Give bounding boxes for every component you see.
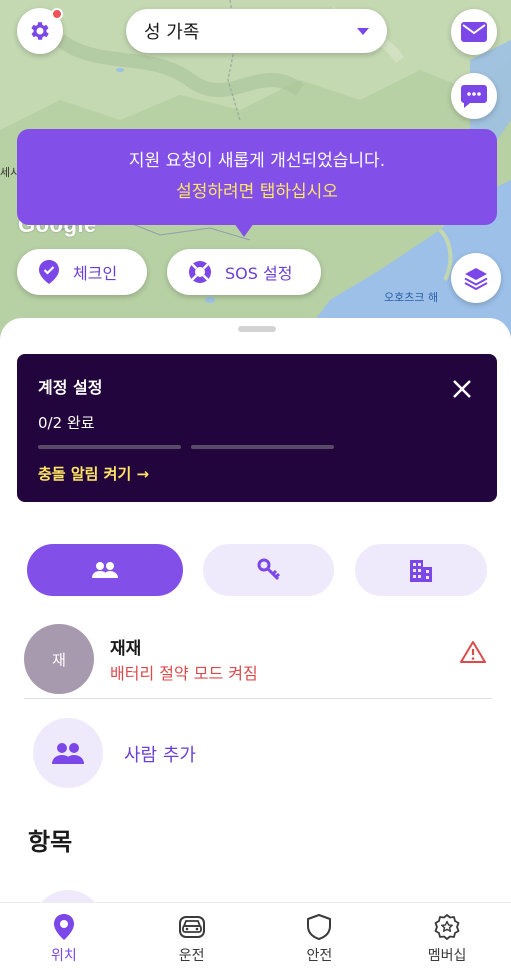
- star-badge-icon: [434, 914, 460, 940]
- chevron-down-icon: [357, 27, 369, 35]
- nav-label: 운전: [178, 948, 205, 964]
- car-icon: [178, 916, 205, 938]
- location-pin-icon: [53, 914, 74, 940]
- items-section-title: 항목: [28, 828, 73, 856]
- gear-icon: [31, 22, 49, 40]
- envelope-icon: [461, 22, 487, 42]
- sos-settings-button[interactable]: SOS 설정: [167, 249, 321, 295]
- setup-progress-bar: [38, 445, 476, 449]
- checkin-button[interactable]: 체크인: [17, 249, 147, 295]
- layers-icon: [464, 268, 488, 291]
- close-icon[interactable]: [451, 378, 473, 400]
- account-setup-card[interactable]: 계정 설정 0/2 완료 충돌 알림 켜기 →: [17, 354, 497, 502]
- keys-icon: [257, 558, 280, 581]
- add-person-label: 사람 추가: [124, 745, 196, 766]
- warning-icon: [460, 641, 486, 663]
- people-icon: [92, 562, 118, 578]
- nav-label: 위치: [50, 948, 77, 964]
- chat-bubble-icon: [461, 85, 487, 108]
- location-check-icon: [39, 260, 59, 284]
- crash-alert-link[interactable]: 충돌 알림 켜기 →: [38, 463, 476, 484]
- member-status: 배터리 절약 모드 켜짐: [110, 664, 258, 683]
- member-row[interactable]: 재 재재 배터리 절약 모드 켜짐: [0, 618, 511, 700]
- circle-name: 성 가족: [144, 22, 200, 43]
- divider: [24, 698, 492, 699]
- bottom-nav: 위치 운전 안전 멤버십: [0, 902, 511, 970]
- tab-people[interactable]: [27, 544, 183, 596]
- bottom-sheet: 계정 설정 0/2 완료 충돌 알림 켜기 → 재 재재 배터리 절약 모드 켜…: [0, 318, 511, 970]
- setup-card-title: 계정 설정: [38, 378, 103, 397]
- notification-dot: [51, 8, 63, 20]
- nav-label: 안전: [306, 948, 333, 964]
- nav-label: 멤버십: [427, 948, 467, 964]
- shield-icon: [307, 914, 332, 940]
- progress-segment: [191, 445, 334, 449]
- chat-button[interactable]: [451, 73, 497, 119]
- tab-items[interactable]: [203, 544, 334, 596]
- nav-membership[interactable]: 멤버십: [383, 903, 511, 970]
- progress-segment: [38, 445, 181, 449]
- add-person-row[interactable]: 사람 추가: [0, 718, 511, 788]
- tooltip-line1: 지원 요청이 새롭게 개선되었습니다.: [128, 151, 386, 171]
- nav-location[interactable]: 위치: [0, 903, 128, 970]
- building-icon: [410, 560, 432, 582]
- map-view[interactable]: 세시 오호츠크 해 Google 성 가족 지원 요청이 새롭게 개선되었습니다…: [0, 0, 511, 340]
- circle-selector[interactable]: 성 가족: [126, 9, 387, 53]
- setup-progress-text: 0/2 완료: [38, 414, 95, 432]
- sheet-drag-handle[interactable]: [238, 326, 276, 332]
- lifebuoy-icon: [189, 261, 211, 283]
- sos-update-tooltip[interactable]: 지원 요청이 새롭게 개선되었습니다. 설정하려면 탭하십시오: [17, 129, 497, 225]
- tooltip-arrow: [234, 223, 254, 237]
- tooltip-line2: 설정하려면 탭하십시오: [176, 182, 338, 202]
- messages-button[interactable]: [451, 9, 497, 55]
- member-name: 재재: [110, 639, 142, 659]
- nav-safety[interactable]: 안전: [256, 903, 384, 970]
- tab-places[interactable]: [355, 544, 487, 596]
- nav-driving[interactable]: 운전: [128, 903, 256, 970]
- avatar: 재: [24, 624, 94, 694]
- map-label-sea: 오호츠크 해: [384, 291, 439, 304]
- map-layers-button[interactable]: [451, 253, 501, 303]
- add-person-icon-wrap: [33, 718, 103, 788]
- checkin-label: 체크인: [73, 264, 118, 283]
- sos-label: SOS 설정: [225, 264, 293, 283]
- settings-button[interactable]: [17, 8, 63, 54]
- people-add-icon: [52, 743, 84, 764]
